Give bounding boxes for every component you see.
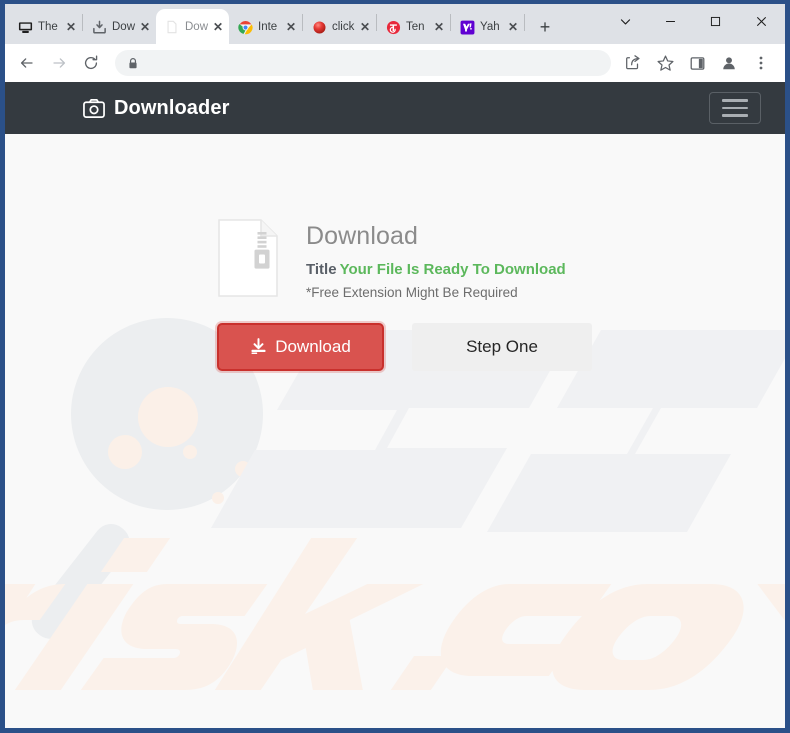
step-one-button[interactable]: Step One bbox=[412, 322, 592, 371]
brand-label: Downloader bbox=[114, 96, 230, 119]
browser-window: The ✕ Dow ✕ Dow ✕ Inte ✕ click ✕ Ten ✕ Y… bbox=[0, 0, 790, 733]
forward-arrow-icon bbox=[45, 49, 73, 77]
three-dot-menu-icon[interactable] bbox=[747, 49, 775, 77]
download-button-label: Download bbox=[275, 336, 351, 356]
monitor-icon bbox=[17, 19, 33, 35]
maximize-button[interactable] bbox=[693, 5, 738, 38]
download-icon bbox=[250, 338, 267, 355]
tab-label: Dow bbox=[112, 21, 136, 33]
browser-tab[interactable]: The ✕ bbox=[9, 10, 82, 44]
tab-label: Ten bbox=[406, 21, 425, 33]
window-controls bbox=[603, 4, 785, 39]
tab-strip: The ✕ Dow ✕ Dow ✕ Inte ✕ click ✕ Ten ✕ Y… bbox=[5, 4, 785, 44]
site-brand[interactable]: Downloader bbox=[83, 97, 229, 120]
title-value: Your File Is Ready To Download bbox=[339, 260, 566, 278]
download-inbox-icon bbox=[91, 19, 107, 35]
address-bar[interactable] bbox=[115, 50, 611, 76]
browser-tab-active[interactable]: Dow ✕ bbox=[156, 9, 229, 44]
toolbar-actions bbox=[617, 49, 777, 77]
tab-close-icon[interactable]: ✕ bbox=[137, 19, 153, 35]
close-window-button[interactable] bbox=[738, 5, 785, 38]
browser-tab[interactable]: click ✕ bbox=[303, 10, 376, 44]
download-button[interactable]: Download bbox=[217, 322, 384, 371]
lock-icon[interactable] bbox=[127, 57, 139, 70]
browser-tab[interactable]: Ten ✕ bbox=[377, 10, 450, 44]
share-icon[interactable] bbox=[619, 49, 647, 77]
download-title-line: Title Your File Is Ready To Download bbox=[306, 261, 566, 279]
blank-page-icon bbox=[164, 19, 180, 35]
tab-close-icon[interactable]: ✕ bbox=[505, 19, 521, 35]
extension-note: *Free Extension Might Be Required bbox=[306, 284, 518, 300]
tab-label: click bbox=[332, 21, 355, 33]
tab-close-icon[interactable]: ✕ bbox=[63, 19, 79, 35]
browser-tab[interactable]: Inte ✕ bbox=[229, 10, 302, 44]
tab-close-icon[interactable]: ✕ bbox=[431, 19, 447, 35]
tab-close-icon[interactable]: ✕ bbox=[357, 19, 373, 35]
chrome-icon bbox=[237, 19, 253, 35]
reload-icon[interactable] bbox=[77, 49, 105, 77]
card-text: Download Title Your File Is Ready To Down… bbox=[306, 216, 566, 301]
star-icon[interactable] bbox=[651, 49, 679, 77]
tab-separator bbox=[524, 14, 525, 31]
back-arrow-icon[interactable] bbox=[13, 49, 41, 77]
browser-window-inner: The ✕ Dow ✕ Dow ✕ Inte ✕ click ✕ Ten ✕ Y… bbox=[5, 4, 785, 728]
download-card: Download Title Your File Is Ready To Down… bbox=[5, 134, 785, 371]
download-heading: Download bbox=[306, 222, 418, 250]
site-navbar: Downloader bbox=[5, 82, 785, 134]
tab-label: Inte bbox=[258, 21, 278, 33]
browser-toolbar bbox=[5, 44, 785, 82]
tab-label: The bbox=[38, 21, 58, 33]
side-panel-icon[interactable] bbox=[683, 49, 711, 77]
red-sphere-icon bbox=[311, 19, 327, 35]
tab-label: Yah bbox=[480, 21, 500, 33]
web-page: Downloader Download Title Your File Is R… bbox=[5, 82, 785, 728]
browser-tab[interactable]: Yah ✕ bbox=[451, 10, 524, 44]
tab-search-chevron-icon[interactable] bbox=[603, 5, 648, 38]
profile-avatar-icon[interactable] bbox=[715, 49, 743, 77]
red-circle-icon bbox=[385, 19, 401, 35]
minimize-button[interactable] bbox=[648, 5, 693, 38]
tab-close-icon[interactable]: ✕ bbox=[283, 19, 299, 35]
camera-icon bbox=[83, 98, 105, 118]
tab-label: Dow bbox=[185, 20, 209, 33]
browser-tab[interactable]: Dow ✕ bbox=[83, 10, 156, 44]
action-buttons: Download Step One bbox=[217, 322, 785, 371]
new-tab-button[interactable]: + bbox=[531, 13, 559, 41]
zip-file-icon bbox=[218, 219, 278, 297]
card-row: Download Title Your File Is Ready To Down… bbox=[218, 216, 785, 301]
yahoo-icon bbox=[459, 19, 475, 35]
title-label: Title bbox=[306, 260, 337, 278]
tab-close-icon[interactable]: ✕ bbox=[210, 19, 226, 35]
step-one-label: Step One bbox=[466, 336, 538, 356]
hamburger-icon[interactable] bbox=[709, 92, 761, 124]
